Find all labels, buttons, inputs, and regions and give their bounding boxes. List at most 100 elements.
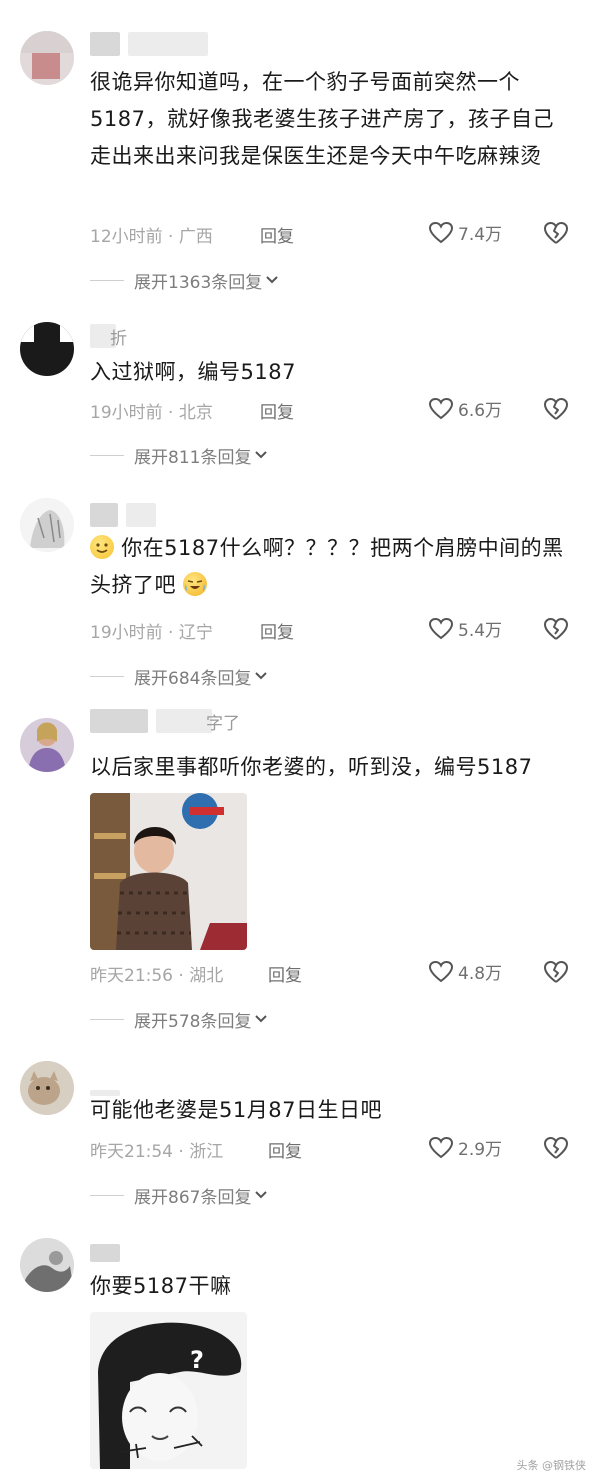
- dislike-button[interactable]: [542, 616, 570, 642]
- reply-button[interactable]: 回复: [260, 222, 294, 247]
- question-mark: ?: [190, 1346, 204, 1374]
- reply-button[interactable]: 回复: [268, 1137, 302, 1162]
- expand-label: 展开1363条回复: [134, 272, 263, 293]
- broken-heart-icon: [544, 1137, 568, 1159]
- comment-text: 你在5187什么啊？？？？把两个肩膀中间的黑头挤了吧: [90, 530, 570, 604]
- avatar[interactable]: [20, 31, 74, 85]
- comment-meta: 19小时前 · 北京 回复 6.6万: [90, 396, 580, 424]
- avatar-image: [20, 718, 74, 772]
- chevron-down-icon: [253, 668, 269, 684]
- comment-text: 你要5187干嘛: [90, 1274, 232, 1298]
- avatar[interactable]: [20, 1238, 74, 1292]
- username[interactable]: [90, 1240, 120, 1266]
- username[interactable]: [90, 502, 156, 528]
- watermark: 头条 @钢铁侠: [516, 1459, 587, 1472]
- comment-text: 入过狱啊，编号5187: [90, 360, 296, 384]
- chevron-down-icon: [253, 1011, 269, 1027]
- avatar-image: [20, 1061, 74, 1115]
- chevron-down-icon: [264, 272, 280, 288]
- meme-photo-image: [90, 793, 247, 950]
- avatar[interactable]: [20, 498, 74, 552]
- comment-meta: 昨天21:56 · 湖北 回复 4.8万: [90, 959, 580, 987]
- expand-replies[interactable]: 展开578条回复: [90, 1007, 269, 1032]
- heart-outline-icon: [428, 1136, 454, 1158]
- reply-button[interactable]: 回复: [268, 961, 302, 986]
- expand-label: 展开578条回复: [134, 1011, 252, 1032]
- broken-heart-icon: [544, 222, 568, 244]
- divider: [90, 279, 124, 281]
- smile-emoji-icon: [90, 535, 114, 559]
- username-blur: [90, 709, 148, 733]
- dislike-button[interactable]: [542, 220, 570, 246]
- avatar-image: [20, 1238, 74, 1292]
- comment-image[interactable]: [90, 793, 247, 950]
- expand-replies[interactable]: 展开867条回复: [90, 1183, 269, 1208]
- avatar-image: [20, 498, 74, 552]
- divider: [90, 675, 124, 677]
- like-count: 5.4万: [458, 621, 503, 641]
- time-location: 昨天21:56 · 湖北: [90, 966, 224, 986]
- comment-text: 可能他老婆是51月87日生日吧: [90, 1098, 382, 1122]
- dislike-button[interactable]: [542, 1135, 570, 1161]
- like-button[interactable]: 4.8万: [428, 959, 502, 984]
- like-count: 6.6万: [458, 401, 503, 421]
- username-blur: [128, 32, 208, 56]
- like-button[interactable]: 6.6万: [428, 396, 502, 421]
- heart-outline-icon: [428, 617, 454, 639]
- username-blur: [126, 503, 156, 527]
- like-count: 4.8万: [458, 964, 503, 984]
- username-blur: [156, 709, 212, 733]
- comment-meta: 19小时前 · 辽宁 回复 5.4万: [90, 616, 580, 644]
- time-location: 昨天21:54 · 浙江: [90, 1142, 224, 1162]
- username-blur: [90, 32, 120, 56]
- divider: [90, 1018, 124, 1020]
- heart-outline-icon: [428, 397, 454, 419]
- meme-face-image: ?: [90, 1312, 247, 1469]
- like-count: 2.9万: [458, 1140, 503, 1160]
- comment-meta: 12小时前 · 广西 回复 7.4万: [90, 220, 580, 248]
- like-button[interactable]: 5.4万: [428, 616, 502, 641]
- reply-button[interactable]: 回复: [260, 618, 294, 643]
- expand-replies[interactable]: 展开1363条回复: [90, 268, 280, 293]
- time-location: 19小时前 · 北京: [90, 403, 213, 423]
- username-text: 折: [110, 328, 127, 349]
- avatar[interactable]: [20, 718, 74, 772]
- like-button[interactable]: 7.4万: [428, 220, 502, 245]
- chevron-down-icon: [253, 1187, 269, 1203]
- avatar-image: [20, 31, 74, 85]
- comment-image[interactable]: ?: [90, 1312, 247, 1469]
- broken-heart-icon: [544, 961, 568, 983]
- dislike-button[interactable]: [542, 959, 570, 985]
- dislike-button[interactable]: [542, 396, 570, 422]
- expand-label: 展开867条回复: [134, 1187, 252, 1208]
- like-button[interactable]: 2.9万: [428, 1135, 502, 1160]
- time-location: 12小时前 · 广西: [90, 227, 213, 247]
- avatar-image: [20, 322, 74, 376]
- comment-text-body: 你在5187什么啊？？？？把两个肩膀中间的黑头挤了吧: [90, 536, 564, 597]
- broken-heart-icon: [544, 398, 568, 420]
- username[interactable]: [90, 31, 208, 57]
- comment-text: 以后家里事都听你老婆的，听到没，编号5187: [90, 755, 533, 779]
- avatar[interactable]: [20, 1061, 74, 1115]
- like-count: 7.4万: [458, 225, 503, 245]
- crying-laughing-emoji-icon: [183, 572, 208, 596]
- broken-heart-icon: [544, 618, 568, 640]
- divider: [90, 1194, 124, 1196]
- reply-button[interactable]: 回复: [260, 398, 294, 423]
- divider: [90, 454, 124, 456]
- heart-outline-icon: [428, 221, 454, 243]
- username-blur: [90, 1244, 120, 1262]
- expand-label: 展开684条回复: [134, 668, 252, 689]
- chevron-down-icon: [253, 447, 269, 463]
- comment-text: 很诡异你知道吗，在一个豹子号面前突然一个5187，就好像我老婆生孩子进产房了，孩…: [90, 70, 554, 168]
- avatar[interactable]: [20, 322, 74, 376]
- time-location: 19小时前 · 辽宁: [90, 623, 213, 643]
- username-blur: [90, 503, 118, 527]
- username-text: 字了: [206, 713, 240, 734]
- username[interactable]: 字了: [90, 708, 240, 734]
- username[interactable]: 折: [90, 323, 127, 349]
- heart-outline-icon: [428, 960, 454, 982]
- comment-meta: 昨天21:54 · 浙江 回复 2.9万: [90, 1135, 580, 1163]
- expand-replies[interactable]: 展开684条回复: [90, 664, 269, 689]
- expand-replies[interactable]: 展开811条回复: [90, 443, 269, 468]
